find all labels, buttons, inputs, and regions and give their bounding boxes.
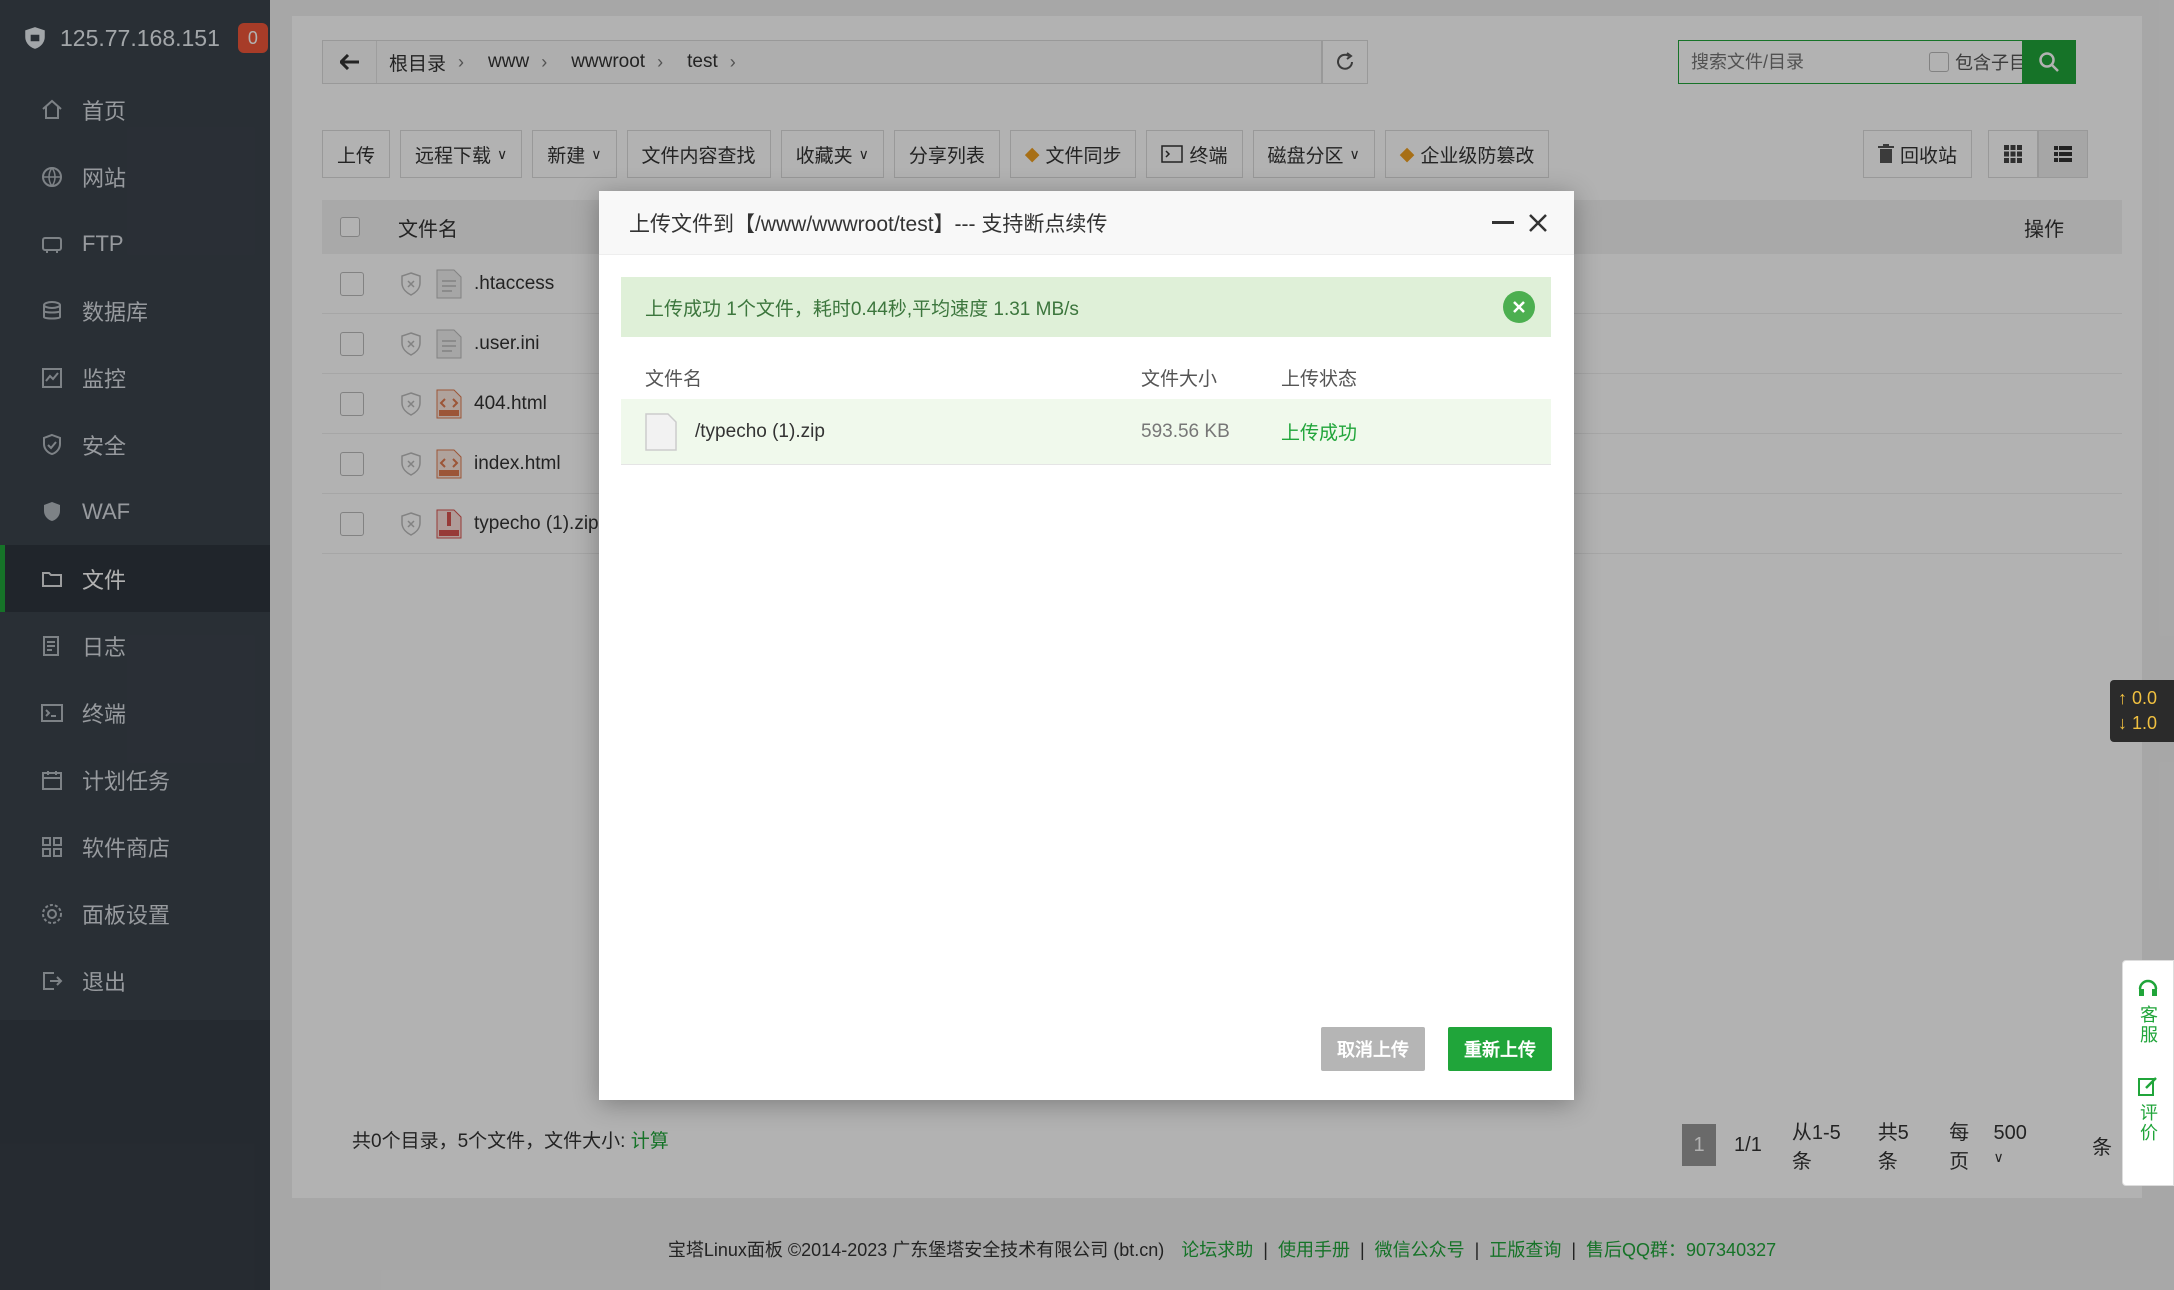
upload-table-header: 文件名 文件大小 上传状态: [621, 353, 1551, 403]
dialog-title: 上传文件到【/www/wwwroot/test】--- 支持断点续传: [629, 212, 1108, 236]
upload-col-status: 上传状态: [1281, 369, 1358, 390]
upload-file-cell: /typecho (1).zip: [621, 412, 1141, 451]
success-message: 上传成功 1个文件，耗时0.44秒,平均速度 1.31 MB/s: [645, 298, 1079, 320]
upload-file-size: 593.56 KB: [1141, 420, 1230, 442]
app-root: 125.77.168.151 0 首页 网站 FTP 数据库 监控 安全 WAF 文件 日志 终端…: [0, 0, 2174, 1290]
upload-dialog: 上传文件到【/www/wwwroot/test】--- 支持断点续传 上传成功 …: [599, 191, 1574, 1100]
net-speed-widget: ↑ 0.0 ↓ 1.0: [2110, 680, 2174, 742]
arrow-up-icon: ↑: [2118, 688, 2127, 708]
download-speed: 1.0: [2132, 713, 2158, 733]
upload-col-size: 文件大小: [1141, 369, 1218, 390]
file-icon: [645, 412, 677, 451]
alert-close-button[interactable]: [1503, 291, 1535, 323]
edit-icon: [2138, 1077, 2157, 1096]
upload-file-status: 上传成功: [1281, 423, 1358, 444]
service-link[interactable]: 客服: [2135, 1005, 2161, 1045]
upload-file-name: /typecho (1).zip: [695, 420, 825, 442]
close-icon[interactable]: [1526, 211, 1550, 235]
review-link[interactable]: 评价: [2135, 1103, 2161, 1143]
cancel-upload-button[interactable]: 取消上传: [1321, 1027, 1425, 1071]
minimize-button[interactable]: [1492, 221, 1514, 224]
arrow-down-icon: ↓: [2118, 713, 2127, 733]
side-service-panel: 客服 评价: [2122, 960, 2174, 1186]
close-icon: [1513, 301, 1525, 313]
headset-icon: [2138, 979, 2158, 996]
upload-speed: 0.0: [2132, 688, 2158, 708]
reupload-button[interactable]: 重新上传: [1448, 1027, 1552, 1071]
upload-col-name: 文件名: [645, 369, 703, 390]
upload-row: /typecho (1).zip 593.56 KB 上传成功: [621, 399, 1551, 465]
dialog-header: 上传文件到【/www/wwwroot/test】--- 支持断点续传: [599, 191, 1574, 255]
success-alert: 上传成功 1个文件，耗时0.44秒,平均速度 1.31 MB/s: [621, 277, 1551, 337]
